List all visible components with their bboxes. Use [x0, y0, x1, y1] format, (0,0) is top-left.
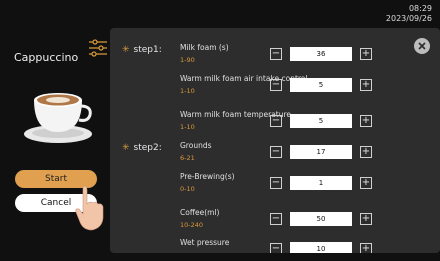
value-field[interactable]: 36 [290, 47, 352, 61]
param-row-milk-foam: Milk foam (s) 1-90 − 36 + [180, 43, 425, 73]
value-field[interactable]: 5 [290, 78, 352, 92]
increment-button[interactable]: + [360, 213, 372, 225]
step-1-label: ✳ step1: [122, 45, 162, 55]
increment-button[interactable]: + [360, 115, 372, 127]
param-row-air-intake: Warm milk foam air intake control 1-10 −… [180, 74, 425, 104]
param-row-grounds: Grounds 6-21 − 17 + [180, 141, 425, 171]
decrement-button[interactable]: − [270, 177, 282, 189]
param-range: 10-240 [180, 221, 204, 229]
param-name: Warm milk foam air intake control [180, 74, 308, 83]
clock: 08:29 2023/09/26 [386, 4, 432, 24]
decrement-button[interactable]: − [270, 243, 282, 253]
decrement-button[interactable]: − [270, 79, 282, 91]
sun-icon: ✳ [122, 143, 130, 153]
decrement-button[interactable]: − [270, 115, 282, 127]
param-range: 1-10 [180, 123, 195, 131]
drink-name: Cappuccino [14, 51, 79, 64]
param-name: Grounds [180, 141, 212, 150]
decrement-button[interactable]: − [270, 48, 282, 60]
cappuccino-cup-image [24, 93, 92, 143]
recipe-settings-panel: ✳ step1: ✳ step2: Milk foam (s) 1-90 − 3… [110, 28, 440, 253]
step-2-label: ✳ step2: [122, 143, 162, 153]
value-field[interactable]: 17 [290, 145, 352, 159]
param-range: 1-10 [180, 87, 195, 95]
decrement-button[interactable]: − [270, 146, 282, 158]
increment-button[interactable]: + [360, 146, 372, 158]
param-row-wet-pressure: Wet pressure − 10 + [180, 238, 425, 253]
increment-button[interactable]: + [360, 177, 372, 189]
sun-icon: ✳ [122, 45, 130, 55]
increment-button[interactable]: + [360, 243, 372, 253]
param-row-pre-brewing: Pre-Brewing(s) 0-10 − 1 + [180, 172, 425, 202]
param-name: Coffee(ml) [180, 208, 220, 217]
increment-button[interactable]: + [360, 79, 372, 91]
pointing-hand-icon [75, 185, 104, 231]
step-1-text: step1: [133, 45, 162, 55]
value-field[interactable]: 1 [290, 176, 352, 190]
param-range: 6-21 [180, 154, 195, 162]
left-panel: Cappuccino Start Cancel [0, 28, 110, 261]
param-range: 1-90 [180, 56, 195, 64]
param-row-foam-temperature: Warm milk foam temperature 1-10 − 5 + [180, 110, 425, 140]
param-name: Milk foam (s) [180, 43, 229, 52]
clock-date: 2023/09/26 [385, 14, 432, 23]
param-row-coffee: Coffee(ml) 10-240 − 50 + [180, 208, 425, 238]
decrement-button[interactable]: − [270, 213, 282, 225]
param-name: Wet pressure [180, 238, 230, 247]
value-field[interactable]: 50 [290, 212, 352, 226]
param-range: 0-10 [180, 185, 195, 193]
param-name: Pre-Brewing(s) [180, 172, 235, 181]
value-field[interactable]: 10 [290, 242, 352, 253]
clock-time: 08:29 [408, 4, 432, 13]
step-2-text: step2: [133, 143, 162, 153]
increment-button[interactable]: + [360, 48, 372, 60]
settings-sliders-icon[interactable] [88, 39, 108, 57]
value-field[interactable]: 5 [290, 114, 352, 128]
